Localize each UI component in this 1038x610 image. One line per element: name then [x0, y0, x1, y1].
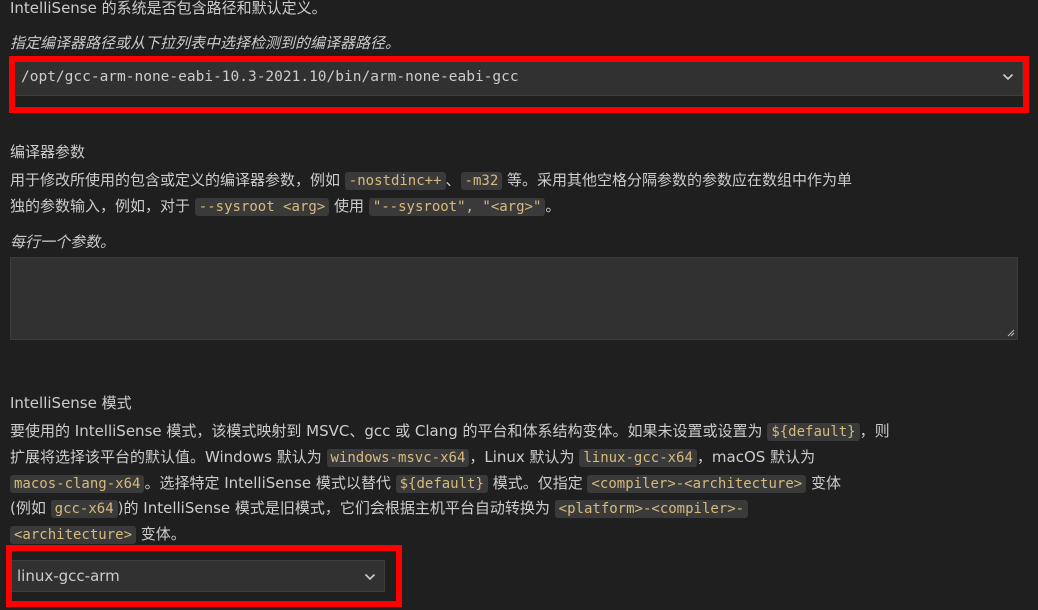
text: 变体。	[140, 525, 186, 543]
intellisense-system-desc: IntelliSense 的系统是否包含路径和默认定义。	[10, 0, 327, 17]
text: ，Linux 默认为	[469, 448, 575, 466]
text: 变体	[810, 474, 841, 492]
chevron-down-icon	[364, 573, 376, 581]
compiler-args-desc-line1: 用于修改所使用的包含或定义的编译器参数，例如 -nostdinc++、 -m32 …	[10, 169, 852, 192]
intellisense-mode-value: linux-gcc-arm	[17, 567, 120, 585]
intellisense-mode-desc-line1: 要使用的 IntelliSense 模式，该模式映射到 MSVC、gcc 或 C…	[10, 420, 890, 443]
compiler-path-value: /opt/gcc-arm-none-eabi-10.3-2021.10/bin/…	[21, 69, 519, 85]
code-linux-gcc-x64: linux-gcc-x64	[579, 449, 697, 467]
code-platform-compiler: <platform>-<compiler>-	[554, 500, 749, 518]
code-macos-clang-x64: macos-clang-x64	[10, 475, 145, 493]
text: 用于修改所使用的包含或定义的编译器参数，例如	[10, 171, 341, 189]
text: 模式。仅指定	[492, 474, 583, 492]
code-m32: -m32	[460, 172, 503, 190]
code-default: ${default}	[767, 423, 860, 441]
intellisense-mode-desc-line3: macos-clang-x64 。选择特定 IntelliSense 模式以替代 …	[10, 472, 841, 495]
text: 要使用的 IntelliSense 模式，该模式映射到 MSVC、gcc 或 C…	[10, 422, 763, 440]
intellisense-mode-desc-line4: (例如 gcc-x64)的 IntelliSense 模式是旧模式，它们会根据主…	[10, 497, 749, 520]
text: 使用	[334, 197, 365, 215]
code-default: ${default}	[395, 475, 488, 493]
code-windows-msvc-x64: windows-msvc-x64	[326, 449, 470, 467]
compiler-args-hint: 每行一个参数。	[10, 233, 116, 251]
intellisense-mode-select[interactable]: linux-gcc-arm	[11, 560, 385, 592]
resize-grip-icon[interactable]	[1007, 329, 1015, 337]
code-nostdinc: -nostdinc++	[344, 172, 446, 190]
text: 、	[445, 171, 461, 189]
code-sysroot: --sysroot <arg>	[194, 198, 330, 216]
intellisense-mode-desc-line5: <architecture> 变体。	[10, 523, 186, 546]
text: )的 IntelliSense 模式是旧模式，它们会根据主机平台自动转换为	[117, 499, 550, 517]
code-sysroot-array: "--sysroot", "<arg>"	[368, 198, 546, 216]
compiler-path-hint: 指定编译器路径或从下拉列表中选择检测到的编译器路径。	[10, 34, 401, 52]
compiler-args-textarea[interactable]	[10, 257, 1018, 340]
code-gcc-x64: gcc-x64	[50, 500, 118, 518]
text: 独的参数输入，例如，对于	[10, 197, 191, 215]
text: ，macOS 默认为	[696, 448, 816, 466]
chevron-down-icon	[1002, 73, 1014, 81]
compiler-args-desc-line2: 独的参数输入，例如，对于 --sysroot <arg> 使用 "--sysro…	[10, 195, 560, 218]
compiler-path-select[interactable]: /opt/gcc-arm-none-eabi-10.3-2021.10/bin/…	[14, 61, 1023, 96]
intellisense-mode-title: IntelliSense 模式	[10, 394, 132, 412]
text: ，则	[859, 422, 890, 440]
text: 扩展将选择该平台的默认值。Windows 默认为	[10, 448, 322, 466]
text: 等。采用其他空格分隔参数的参数应在数组中作为单	[507, 171, 853, 189]
code-architecture: <architecture>	[10, 526, 137, 544]
intellisense-mode-desc-line2: 扩展将选择该平台的默认值。Windows 默认为 windows-msvc-x6…	[10, 446, 815, 469]
text: 。选择特定 IntelliSense 模式以替代	[144, 474, 391, 492]
compiler-args-title: 编译器参数	[10, 143, 86, 161]
code-compiler-architecture: <compiler>-<architecture>	[587, 475, 807, 493]
text: (例如	[10, 499, 46, 517]
text: 。	[545, 197, 561, 215]
